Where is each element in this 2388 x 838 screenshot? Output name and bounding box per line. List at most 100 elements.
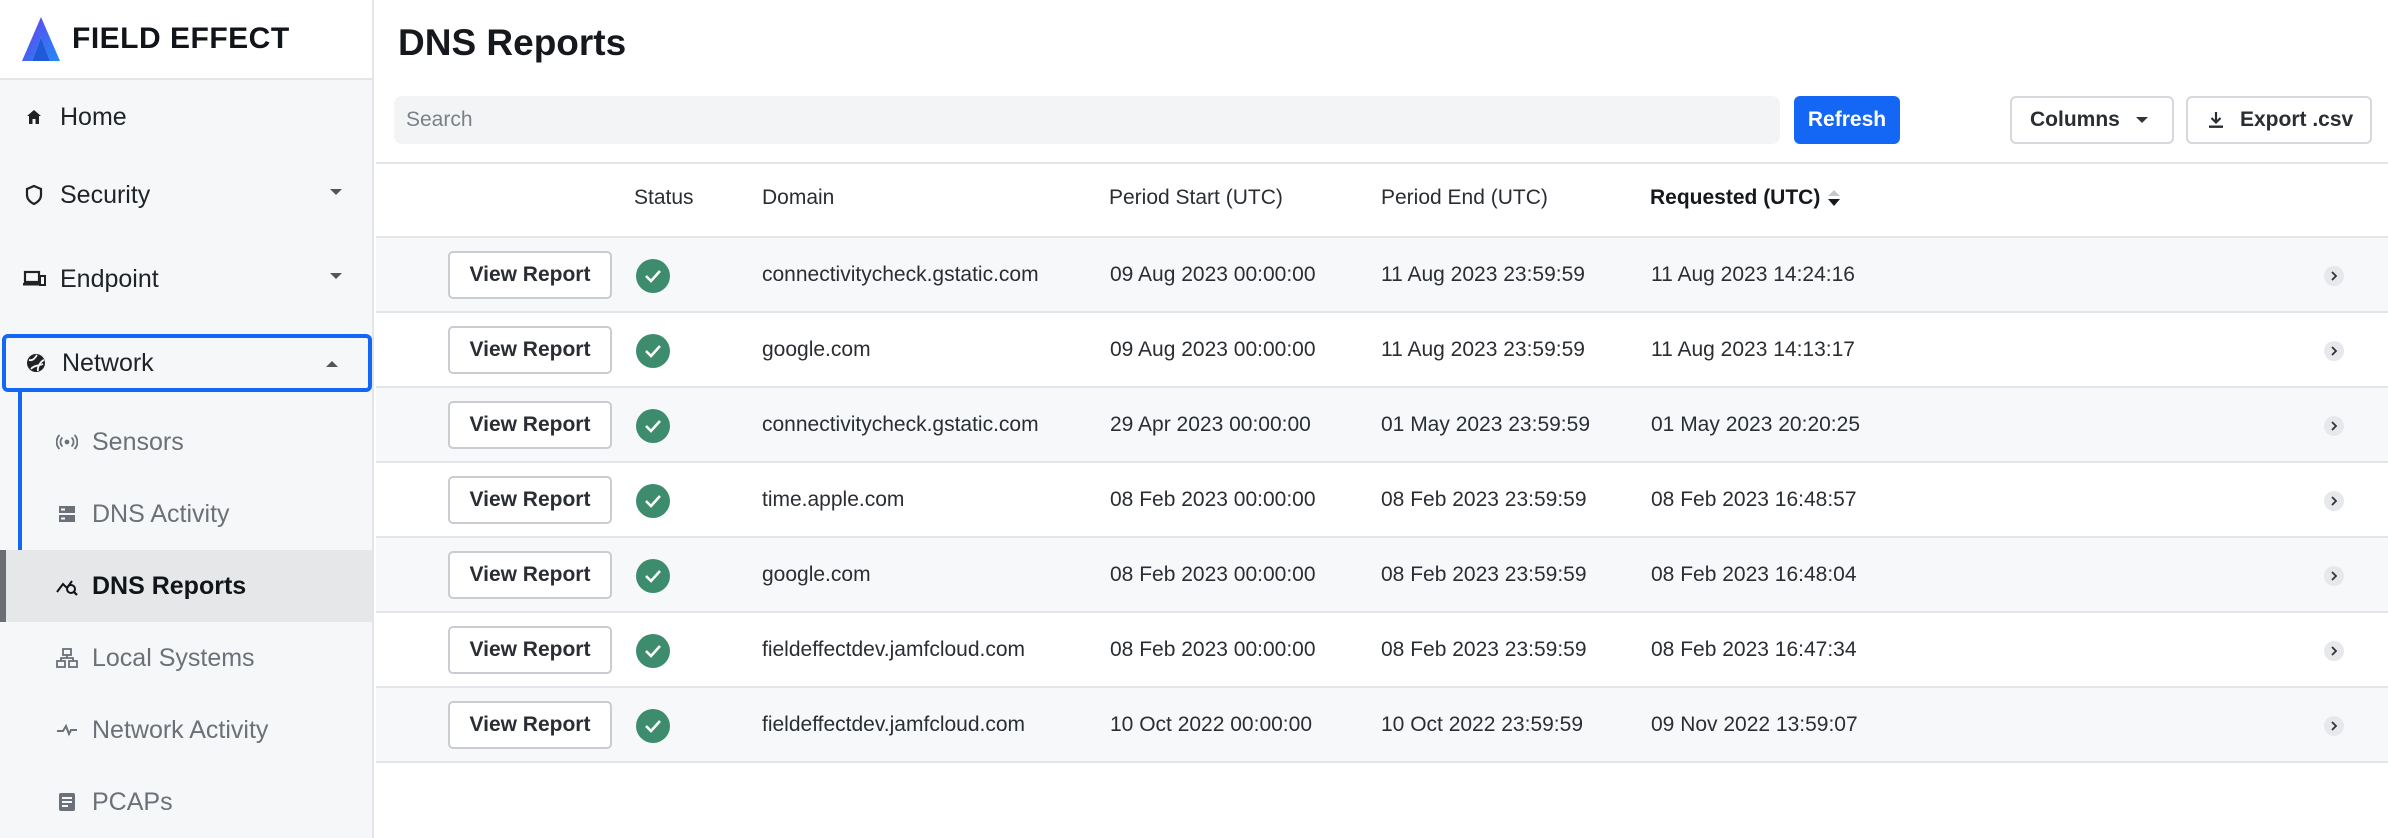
sidebar-item-label: DNS Activity [92, 499, 230, 528]
main-content: DNS Reports Refresh Columns Export .csv … [376, 0, 2388, 838]
chevron-right-icon[interactable] [2324, 641, 2344, 661]
cell-domain: time.apple.com [762, 488, 905, 511]
cell-requested: 08 Feb 2023 16:47:34 [1651, 638, 1857, 661]
search-input[interactable] [394, 96, 1780, 144]
sidebar-item-sensors[interactable]: Sensors [0, 406, 372, 478]
table-row[interactable]: View Report google.com 09 Aug 2023 00:00:0… [376, 313, 2388, 388]
sidebar-item-label: DNS Reports [92, 571, 247, 600]
check-circle-icon [636, 709, 670, 743]
columns-button-label: Columns [2030, 108, 2120, 131]
sidebar-item-label: Sensors [92, 427, 184, 456]
server-icon [56, 503, 78, 525]
check-circle-icon [636, 559, 670, 593]
sidebar: FIELD EFFECT Home Security Endpoint Netw… [0, 0, 374, 838]
cell-requested: 09 Nov 2022 13:59:07 [1651, 713, 1858, 736]
cell-period-start: 08 Feb 2023 00:00:00 [1110, 488, 1316, 511]
chevron-down-icon [330, 273, 342, 279]
caret-down-icon [2135, 117, 2148, 123]
page-title: DNS Reports [398, 22, 627, 63]
cell-period-start: 10 Oct 2022 00:00:00 [1110, 713, 1312, 736]
globe-icon [24, 351, 48, 375]
cell-domain: connectivitycheck.gstatic.com [762, 263, 1039, 286]
refresh-button[interactable]: Refresh [1794, 96, 1900, 144]
export-csv-button[interactable]: Export .csv [2186, 96, 2372, 144]
cell-period-end: 11 Aug 2023 23:59:59 [1381, 338, 1585, 361]
table-row[interactable]: View Report connectivitycheck.gstatic.com… [376, 238, 2388, 313]
sidebar-item-label: Network Activity [92, 715, 269, 744]
column-header-requested[interactable]: Requested (UTC) [1650, 186, 1841, 210]
sitemap-icon [56, 647, 78, 669]
cell-period-end: 08 Feb 2023 23:59:59 [1381, 563, 1587, 586]
laptop-icon [22, 267, 46, 291]
cell-requested: 08 Feb 2023 16:48:57 [1651, 488, 1857, 511]
database-file-icon [56, 791, 78, 813]
view-report-button[interactable]: View Report [448, 476, 612, 524]
cell-period-start: 09 Aug 2023 00:00:00 [1110, 338, 1316, 361]
chevron-right-icon[interactable] [2324, 266, 2344, 286]
cell-period-end: 10 Oct 2022 23:59:59 [1381, 713, 1583, 736]
chevron-down-icon [330, 189, 342, 195]
sidebar-item-label: Endpoint [60, 264, 159, 293]
table-row[interactable]: View Report fieldeffectdev.jamfcloud.com 0… [376, 613, 2388, 688]
column-header-domain[interactable]: Domain [762, 186, 834, 210]
sidebar-item-security[interactable]: Security [0, 156, 372, 234]
cell-domain: connectivitycheck.gstatic.com [762, 413, 1039, 436]
cell-period-start: 29 Apr 2023 00:00:00 [1110, 413, 1311, 436]
cell-period-start: 08 Feb 2023 00:00:00 [1110, 638, 1316, 661]
column-header-label: Requested (UTC) [1650, 186, 1821, 209]
sidebar-item-dns-reports[interactable]: DNS Reports [0, 550, 372, 622]
chevron-right-icon[interactable] [2324, 341, 2344, 361]
field-effect-logo-icon [22, 17, 60, 61]
check-circle-icon [636, 334, 670, 368]
activity-line-icon [56, 719, 78, 741]
chevron-right-icon[interactable] [2324, 491, 2344, 511]
check-circle-icon [636, 634, 670, 668]
chevron-right-icon[interactable] [2324, 716, 2344, 736]
view-report-button[interactable]: View Report [448, 626, 612, 674]
chart-search-icon [56, 575, 78, 597]
sidebar-item-label: Local Systems [92, 643, 255, 672]
cell-requested: 11 Aug 2023 14:13:17 [1651, 338, 1855, 361]
table-row[interactable]: View Report fieldeffectdev.jamfcloud.com 1… [376, 688, 2388, 763]
columns-button[interactable]: Columns [2010, 96, 2174, 144]
cell-period-end: 11 Aug 2023 23:59:59 [1381, 263, 1585, 286]
cell-domain: google.com [762, 563, 871, 586]
export-button-label: Export .csv [2240, 108, 2354, 131]
chevron-up-icon [326, 361, 338, 367]
sidebar-item-label: Home [60, 102, 127, 131]
sidebar-item-network[interactable]: Network [2, 334, 372, 392]
cell-requested: 11 Aug 2023 14:24:16 [1651, 263, 1855, 286]
view-report-button[interactable]: View Report [448, 401, 612, 449]
column-header-period-end[interactable]: Period End (UTC) [1381, 186, 1548, 210]
sidebar-item-label: PCAPs [92, 787, 173, 816]
chevron-right-icon[interactable] [2324, 566, 2344, 586]
column-header-period-start[interactable]: Period Start (UTC) [1109, 186, 1283, 210]
sidebar-item-endpoint[interactable]: Endpoint [0, 240, 372, 318]
cell-period-end: 01 May 2023 23:59:59 [1381, 413, 1590, 436]
cell-domain: fieldeffectdev.jamfcloud.com [762, 713, 1026, 736]
view-report-button[interactable]: View Report [448, 701, 612, 749]
sidebar-item-local-systems[interactable]: Local Systems [0, 622, 372, 694]
brand-name: FIELD EFFECT [72, 22, 290, 55]
check-circle-icon [636, 409, 670, 443]
cell-requested: 01 May 2023 20:20:25 [1651, 413, 1860, 436]
cell-period-start: 09 Aug 2023 00:00:00 [1110, 263, 1316, 286]
table-row[interactable]: View Report google.com 08 Feb 2023 00:00:0… [376, 538, 2388, 613]
table-row[interactable]: View Report connectivitycheck.gstatic.com… [376, 388, 2388, 463]
view-report-button[interactable]: View Report [448, 551, 612, 599]
shield-icon [22, 183, 46, 207]
view-report-button[interactable]: View Report [448, 251, 612, 299]
sidebar-item-dns-activity[interactable]: DNS Activity [0, 478, 372, 550]
sidebar-item-network-activity[interactable]: Network Activity [0, 694, 372, 766]
sort-descending-icon [1828, 190, 1841, 206]
sidebar-item-pcaps[interactable]: PCAPs [0, 766, 372, 838]
cell-requested: 08 Feb 2023 16:48:04 [1651, 563, 1857, 586]
brand-logo[interactable]: FIELD EFFECT [0, 0, 372, 80]
view-report-button[interactable]: View Report [448, 326, 612, 374]
sidebar-item-home[interactable]: Home [0, 78, 372, 156]
table-row[interactable]: View Report time.apple.com 08 Feb 2023 00:… [376, 463, 2388, 538]
chevron-right-icon[interactable] [2324, 416, 2344, 436]
column-header-status[interactable]: Status [634, 186, 694, 210]
cell-period-end: 08 Feb 2023 23:59:59 [1381, 638, 1587, 661]
cell-period-end: 08 Feb 2023 23:59:59 [1381, 488, 1587, 511]
